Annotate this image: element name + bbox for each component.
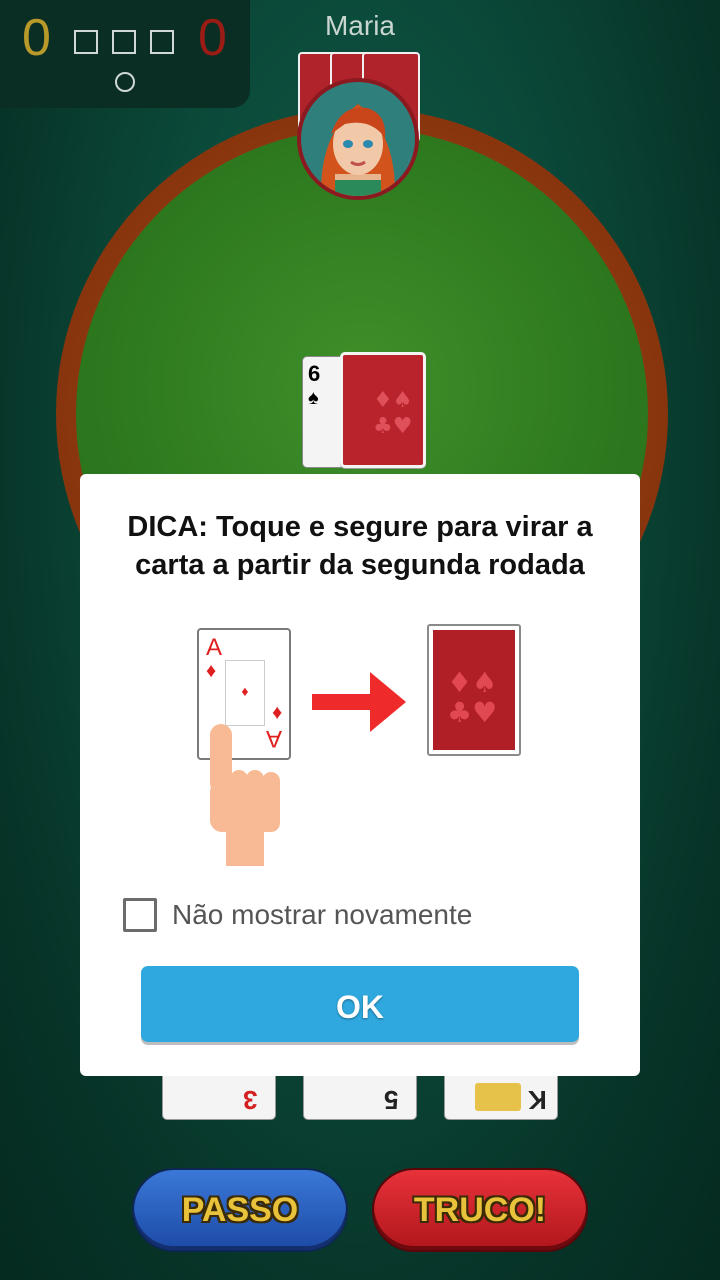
hand-card-2[interactable]: 5	[303, 1076, 417, 1120]
ok-button[interactable]: OK	[141, 966, 579, 1042]
arrow-right-icon	[312, 672, 406, 732]
hand-card-rank: 3	[242, 1085, 257, 1115]
spade-icon: ♠	[308, 387, 319, 409]
finger-press-icon	[210, 724, 280, 866]
diamond-icon: ♦	[241, 683, 249, 699]
dont-show-again-checkbox[interactable]	[123, 898, 157, 932]
hand-card-rank: K	[528, 1085, 547, 1115]
svg-text:♦♠: ♦♠	[373, 388, 412, 413]
hand-card-3[interactable]: K	[444, 1076, 558, 1120]
dont-show-again-label[interactable]: Não mostrar novamente	[172, 898, 472, 932]
dealer-indicator	[115, 72, 135, 92]
diamond-icon: ♦	[271, 702, 282, 724]
opponent-name: Maria	[324, 10, 395, 41]
tip-dialog: DICA: Toque e segure para virar a carta …	[80, 474, 640, 1076]
svg-text:♣♥: ♣♥	[447, 696, 497, 729]
card-back-pattern-icon: ♦♠ ♣♥	[373, 388, 412, 439]
hint-card-rank: A	[206, 634, 223, 661]
svg-text:♣♥: ♣♥	[373, 414, 412, 439]
card-center-frame: ♦	[225, 660, 265, 726]
dialog-title: DICA: Toque e segure para virar a carta …	[127, 511, 593, 581]
truco-button[interactable]: TRUCO!	[374, 1170, 586, 1250]
svg-text:♦♠: ♦♠	[447, 666, 497, 699]
diamond-icon: ♦	[206, 660, 217, 682]
hint-card-back: ♦♠ ♣♥	[427, 624, 521, 756]
deck-pile[interactable]: ♦♠ ♣♥	[340, 352, 426, 468]
hand-card-rank: 5	[383, 1085, 398, 1115]
hand-card-1[interactable]: 3	[162, 1076, 276, 1120]
table-card-rank: 6	[308, 361, 321, 386]
opponent-avatar	[297, 78, 419, 200]
passo-button[interactable]: PASSO	[134, 1170, 346, 1250]
card-back-pattern-icon: ♦♠ ♣♥	[433, 630, 515, 750]
king-figure-icon	[475, 1083, 521, 1111]
